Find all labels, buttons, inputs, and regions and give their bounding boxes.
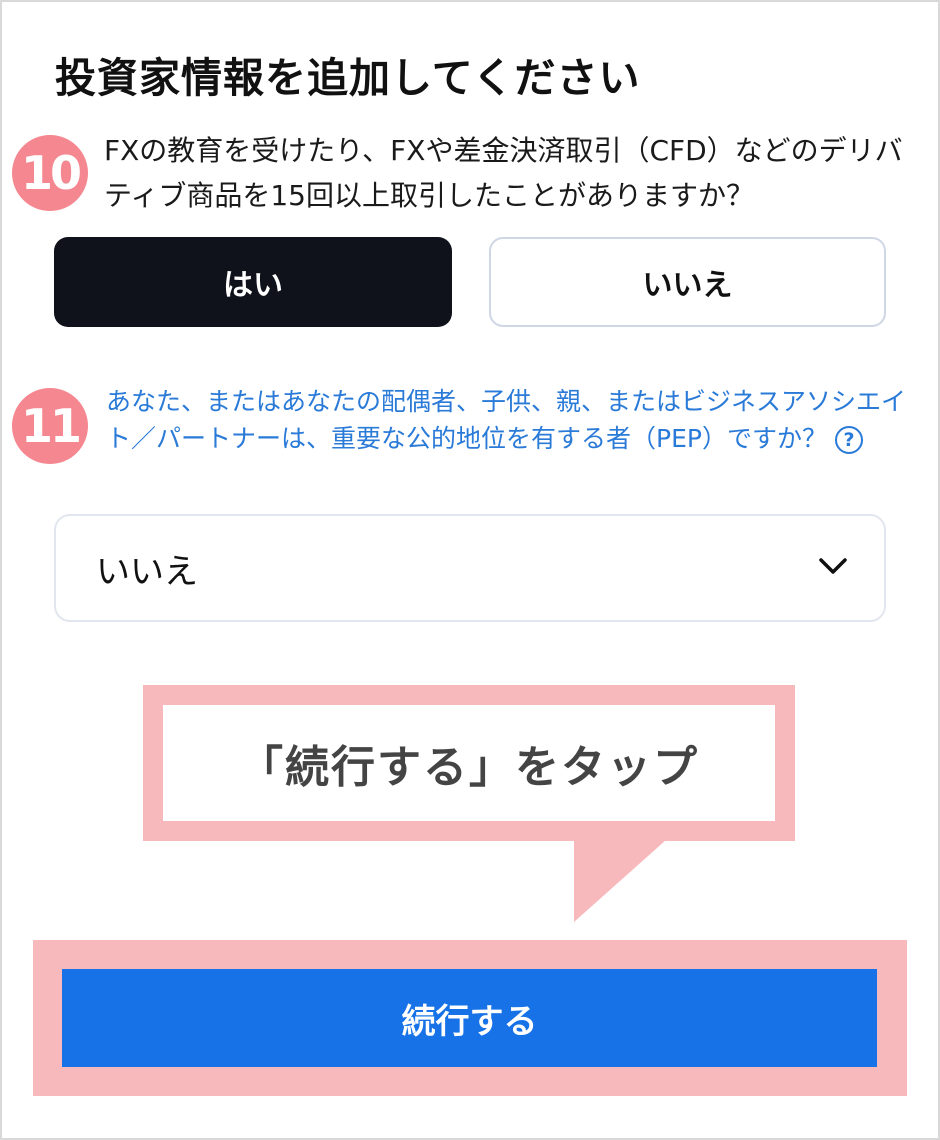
step-badge-11: 11: [12, 388, 88, 464]
callout-text: 「続行する」をタップ: [163, 705, 775, 821]
page-title: 投資家情報を追加してください: [55, 54, 641, 102]
no-button[interactable]: いいえ: [489, 237, 886, 327]
question-11-text: あなた、またはあなたの配偶者、子供、親、またはビジネスアソシエイト／パートナーは…: [106, 383, 926, 457]
pep-select-value: いいえ: [96, 551, 198, 592]
pep-select[interactable]: いいえ: [54, 514, 886, 622]
step-badge-10: 10: [12, 135, 88, 211]
question-11-label: あなた、またはあなたの配偶者、子供、親、またはビジネスアソシエイト／パートナーは…: [106, 387, 907, 453]
continue-button[interactable]: 続行する: [62, 969, 877, 1067]
chevron-down-icon: [819, 558, 847, 574]
callout-tail: [574, 840, 666, 922]
question-10-text: FXの教育を受けたり、FXや差金決済取引（CFD）などのデリバティブ商品を15回…: [104, 134, 903, 212]
yes-button[interactable]: はい: [54, 237, 452, 327]
help-icon[interactable]: ?: [834, 426, 863, 454]
